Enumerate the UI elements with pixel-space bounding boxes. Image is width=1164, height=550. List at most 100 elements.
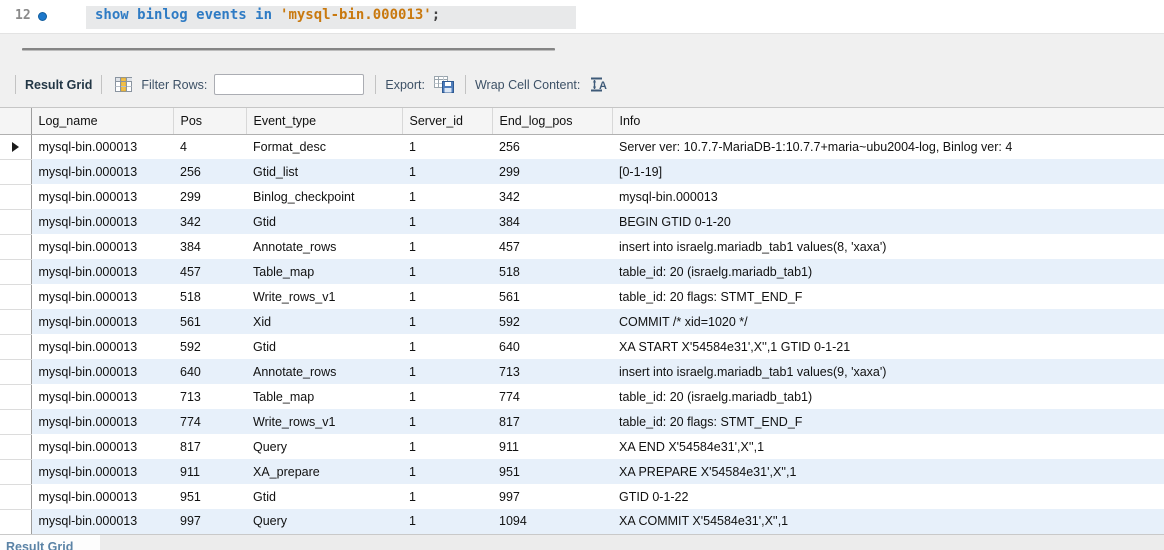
column-header-end_log_pos[interactable]: End_log_pos	[492, 108, 612, 134]
cell-log_name[interactable]: mysql-bin.000013	[31, 234, 173, 259]
table-row[interactable]: mysql-bin.000013951Gtid1997GTID 0-1-22	[0, 484, 1164, 509]
row-selector[interactable]	[0, 184, 31, 209]
cell-server_id[interactable]: 1	[402, 134, 492, 159]
cell-info[interactable]: table_id: 20 (israelg.mariadb_tab1)	[612, 259, 1164, 284]
cell-end_log_pos[interactable]: 817	[492, 409, 612, 434]
cell-event_type[interactable]: Annotate_rows	[246, 234, 402, 259]
filter-rows-input[interactable]	[214, 74, 364, 95]
cell-end_log_pos[interactable]: 774	[492, 384, 612, 409]
table-row[interactable]: mysql-bin.000013592Gtid1640XA START X'54…	[0, 334, 1164, 359]
cell-log_name[interactable]: mysql-bin.000013	[31, 209, 173, 234]
cell-log_name[interactable]: mysql-bin.000013	[31, 434, 173, 459]
cell-info[interactable]: XA END X'54584e31',X'',1	[612, 434, 1164, 459]
cell-server_id[interactable]: 1	[402, 459, 492, 484]
cell-pos[interactable]: 256	[173, 159, 246, 184]
row-selector[interactable]	[0, 359, 31, 384]
cell-pos[interactable]: 457	[173, 259, 246, 284]
table-row[interactable]: mysql-bin.000013774Write_rows_v11817tabl…	[0, 409, 1164, 434]
row-selector[interactable]	[0, 384, 31, 409]
row-selector[interactable]	[0, 509, 31, 534]
row-selector[interactable]	[0, 159, 31, 184]
cell-log_name[interactable]: mysql-bin.000013	[31, 459, 173, 484]
cell-end_log_pos[interactable]: 951	[492, 459, 612, 484]
cell-info[interactable]: XA PREPARE X'54584e31',X'',1	[612, 459, 1164, 484]
cell-end_log_pos[interactable]: 299	[492, 159, 612, 184]
row-selector[interactable]	[0, 409, 31, 434]
cell-info[interactable]: table_id: 20 flags: STMT_END_F	[612, 284, 1164, 309]
table-row[interactable]: mysql-bin.000013911XA_prepare1951XA PREP…	[0, 459, 1164, 484]
table-row[interactable]: mysql-bin.000013561Xid1592COMMIT /* xid=…	[0, 309, 1164, 334]
row-selector[interactable]	[0, 309, 31, 334]
cell-info[interactable]: insert into israelg.mariadb_tab1 values(…	[612, 359, 1164, 384]
cell-log_name[interactable]: mysql-bin.000013	[31, 359, 173, 384]
cell-log_name[interactable]: mysql-bin.000013	[31, 409, 173, 434]
cell-pos[interactable]: 299	[173, 184, 246, 209]
cell-event_type[interactable]: Table_map	[246, 384, 402, 409]
cell-event_type[interactable]: Format_desc	[246, 134, 402, 159]
cell-pos[interactable]: 518	[173, 284, 246, 309]
column-header-info[interactable]: Info	[612, 108, 1164, 134]
cell-event_type[interactable]: Annotate_rows	[246, 359, 402, 384]
row-selector[interactable]	[0, 134, 31, 159]
table-row[interactable]: mysql-bin.000013384Annotate_rows1457inse…	[0, 234, 1164, 259]
cell-log_name[interactable]: mysql-bin.000013	[31, 384, 173, 409]
row-selector[interactable]	[0, 334, 31, 359]
cell-server_id[interactable]: 1	[402, 334, 492, 359]
cell-event_type[interactable]: Table_map	[246, 259, 402, 284]
cell-log_name[interactable]: mysql-bin.000013	[31, 284, 173, 309]
cell-end_log_pos[interactable]: 997	[492, 484, 612, 509]
table-row[interactable]: mysql-bin.000013256Gtid_list1299[0-1-19]	[0, 159, 1164, 184]
cell-server_id[interactable]: 1	[402, 309, 492, 334]
cell-info[interactable]: insert into israelg.mariadb_tab1 values(…	[612, 234, 1164, 259]
cell-end_log_pos[interactable]: 640	[492, 334, 612, 359]
cell-event_type[interactable]: Gtid_list	[246, 159, 402, 184]
row-selector-header[interactable]	[0, 108, 31, 134]
cell-end_log_pos[interactable]: 911	[492, 434, 612, 459]
cell-pos[interactable]: 911	[173, 459, 246, 484]
cell-event_type[interactable]: Write_rows_v1	[246, 284, 402, 309]
cell-end_log_pos[interactable]: 518	[492, 259, 612, 284]
cell-end_log_pos[interactable]: 342	[492, 184, 612, 209]
cell-log_name[interactable]: mysql-bin.000013	[31, 134, 173, 159]
table-row[interactable]: mysql-bin.000013299Binlog_checkpoint1342…	[0, 184, 1164, 209]
cell-server_id[interactable]: 1	[402, 409, 492, 434]
cell-end_log_pos[interactable]: 1094	[492, 509, 612, 534]
cell-server_id[interactable]: 1	[402, 184, 492, 209]
row-selector[interactable]	[0, 284, 31, 309]
cell-server_id[interactable]: 1	[402, 509, 492, 534]
cell-pos[interactable]: 4	[173, 134, 246, 159]
table-row[interactable]: mysql-bin.000013713Table_map1774table_id…	[0, 384, 1164, 409]
sql-statement[interactable]: show binlog events in'mysql-bin.000013';	[95, 7, 440, 23]
cell-event_type[interactable]: Query	[246, 509, 402, 534]
cell-info[interactable]: XA COMMIT X'54584e31',X'',1	[612, 509, 1164, 534]
cell-end_log_pos[interactable]: 592	[492, 309, 612, 334]
cell-pos[interactable]: 640	[173, 359, 246, 384]
row-selector[interactable]	[0, 484, 31, 509]
cell-info[interactable]: BEGIN GTID 0-1-20	[612, 209, 1164, 234]
export-recordset-icon[interactable]	[432, 73, 456, 97]
cell-server_id[interactable]: 1	[402, 384, 492, 409]
row-selector[interactable]	[0, 209, 31, 234]
cell-pos[interactable]: 592	[173, 334, 246, 359]
row-selector[interactable]	[0, 459, 31, 484]
cell-end_log_pos[interactable]: 256	[492, 134, 612, 159]
cell-server_id[interactable]: 1	[402, 484, 492, 509]
table-row[interactable]: mysql-bin.000013457Table_map1518table_id…	[0, 259, 1164, 284]
cell-server_id[interactable]: 1	[402, 259, 492, 284]
cell-end_log_pos[interactable]: 384	[492, 209, 612, 234]
cell-server_id[interactable]: 1	[402, 159, 492, 184]
grid-columns-icon[interactable]	[111, 73, 135, 97]
row-selector[interactable]	[0, 434, 31, 459]
cell-server_id[interactable]: 1	[402, 209, 492, 234]
cell-info[interactable]: XA START X'54584e31',X'',1 GTID 0-1-21	[612, 334, 1164, 359]
cell-server_id[interactable]: 1	[402, 359, 492, 384]
wrap-cell-content-icon[interactable]: A	[587, 73, 611, 97]
cell-event_type[interactable]: Gtid	[246, 484, 402, 509]
table-row[interactable]: mysql-bin.000013640Annotate_rows1713inse…	[0, 359, 1164, 384]
cell-log_name[interactable]: mysql-bin.000013	[31, 259, 173, 284]
column-header-log_name[interactable]: Log_name	[31, 108, 173, 134]
column-header-pos[interactable]: Pos	[173, 108, 246, 134]
cell-pos[interactable]: 951	[173, 484, 246, 509]
cell-log_name[interactable]: mysql-bin.000013	[31, 484, 173, 509]
cell-info[interactable]: COMMIT /* xid=1020 */	[612, 309, 1164, 334]
